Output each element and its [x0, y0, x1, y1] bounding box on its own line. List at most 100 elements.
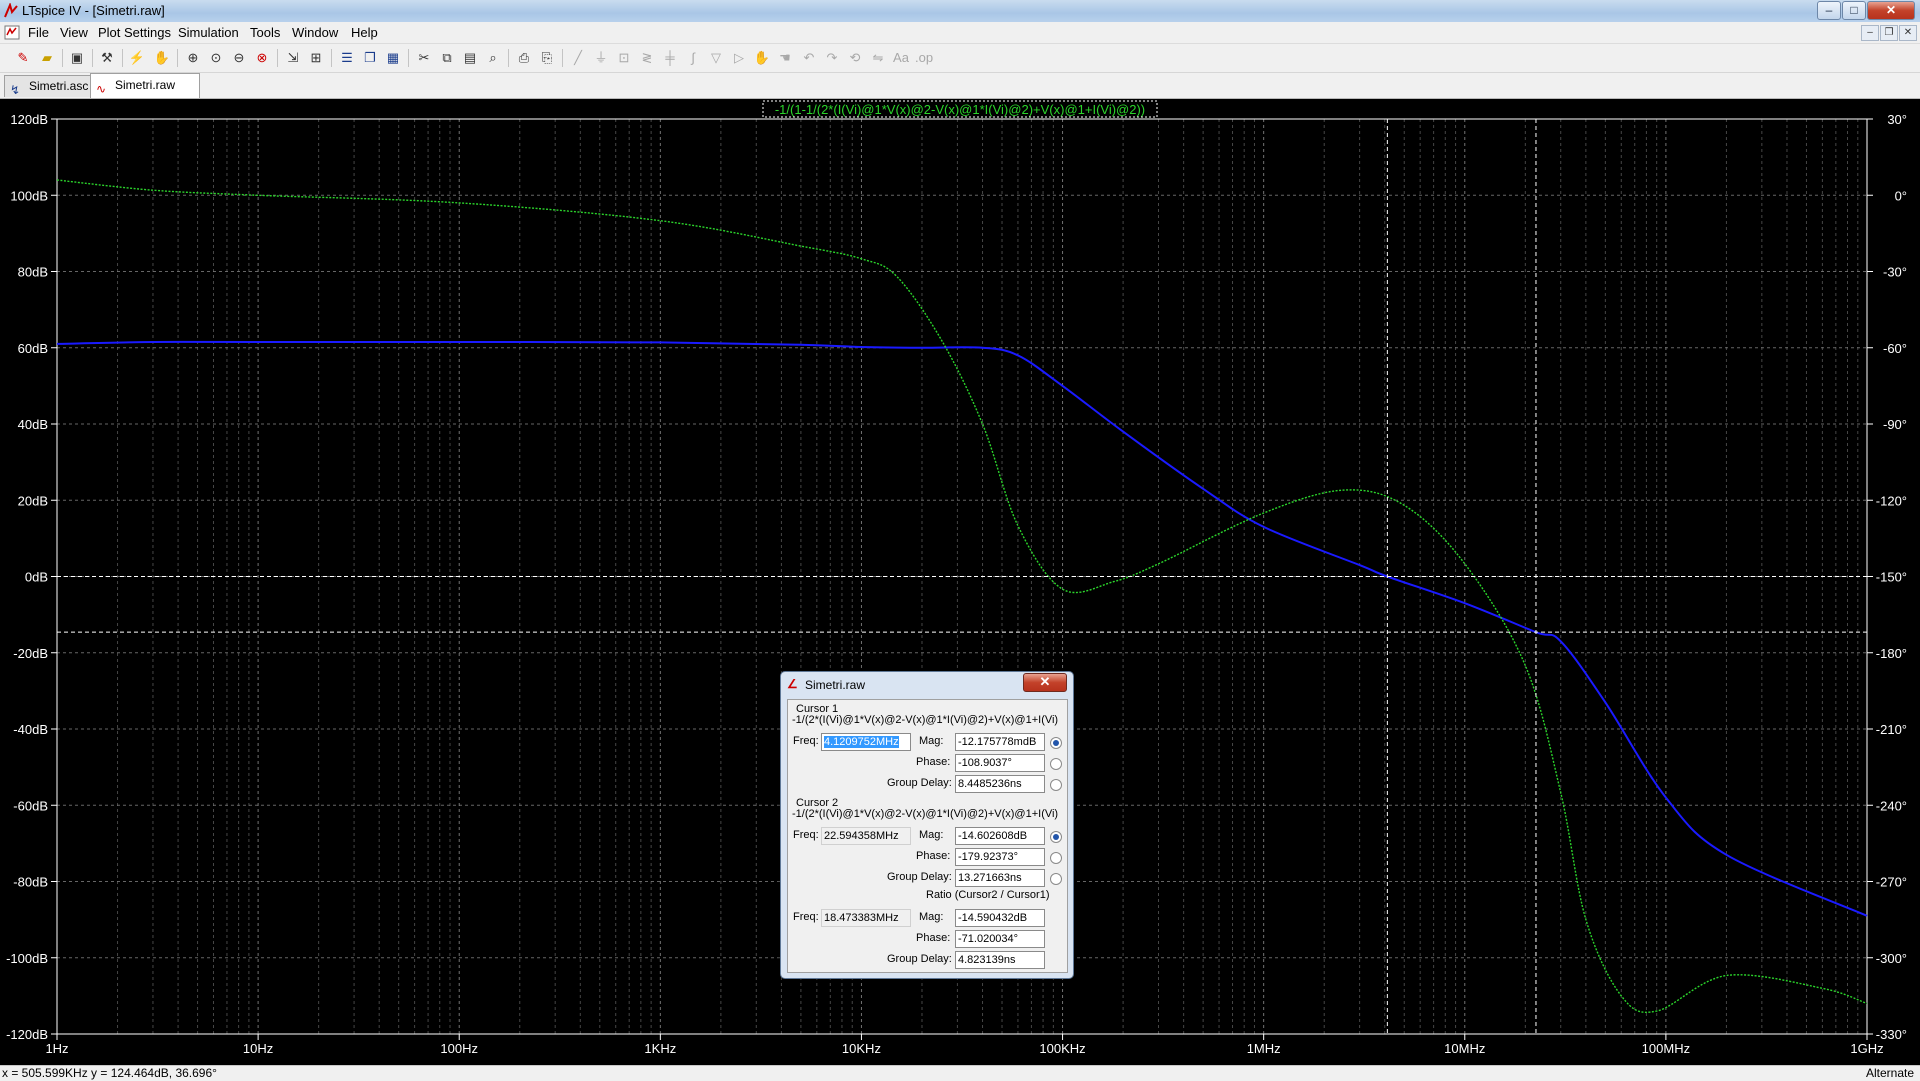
ratio-mag-field[interactable]: -14.590432dB — [955, 909, 1045, 927]
right-axis-label: -270° — [1876, 875, 1907, 890]
ground-icon[interactable]: ⏚ — [592, 49, 610, 67]
left-axis-label: -20dB — [13, 646, 48, 661]
tile-vertical-icon[interactable]: ▦ — [384, 49, 402, 67]
menu-file[interactable]: File — [28, 25, 49, 40]
tab-simetri-asc[interactable]: ↯ Simetri.asc — [4, 75, 94, 97]
draw-wire-icon[interactable]: ╱ — [569, 49, 587, 67]
cursor2-mag-radio[interactable] — [1050, 831, 1062, 843]
copy-icon[interactable]: ⧉ — [438, 49, 456, 67]
save-icon[interactable]: ▣ — [68, 49, 86, 67]
spice-directive-icon[interactable]: .op — [915, 49, 933, 67]
cursor1-freq-label: Freq: — [793, 735, 819, 747]
mdi-restore-icon[interactable]: ❐ — [1880, 25, 1898, 41]
control-panel-icon[interactable]: ⚒ — [98, 49, 116, 67]
left-axis-label: 0dB — [25, 570, 48, 585]
ratio-phase-field[interactable]: -71.020034° — [955, 930, 1045, 948]
cursor-dialog: ∠ Simetri.raw ✕ Cursor 1 -1/(2*(I(Vi)@1*… — [780, 671, 1074, 979]
halt-hand-icon[interactable]: ✋ — [153, 49, 171, 67]
cursor1-freq-field[interactable]: 4.1209752MHz — [821, 733, 911, 751]
menu-view[interactable]: View — [60, 25, 88, 40]
label-net-icon[interactable]: ⊡ — [615, 49, 633, 67]
right-axis-label: -240° — [1876, 798, 1907, 813]
zoom-out-icon[interactable]: ⊖ — [230, 49, 248, 67]
component-icon[interactable]: ▷ — [730, 49, 748, 67]
waveform-icon: ∿ — [96, 82, 107, 96]
mdi-close-icon[interactable]: ✕ — [1899, 25, 1917, 41]
open-folder-icon[interactable]: ▰ — [38, 49, 56, 67]
autorange-icon[interactable]: ⇲ — [284, 49, 302, 67]
zoom-area-icon[interactable]: ⊙ — [207, 49, 225, 67]
cascade-icon[interactable]: ❐ — [361, 49, 379, 67]
cursor2-phase-field[interactable]: -179.92373° — [955, 848, 1045, 866]
ratio-freq-field[interactable]: 18.473383MHz — [821, 909, 911, 927]
cursor1-group-delay-field[interactable]: 8.4485236ns — [955, 775, 1045, 793]
ratio-group-delay-field[interactable]: 4.823139ns — [955, 951, 1045, 969]
cut-icon[interactable]: ✂ — [415, 49, 433, 67]
cursor2-freq-field[interactable]: 22.594358MHz — [821, 827, 911, 845]
text-icon[interactable]: Aa — [892, 49, 910, 67]
menu-simulation[interactable]: Simulation — [178, 25, 239, 40]
diode-icon[interactable]: ▽ — [707, 49, 725, 67]
mdi-minimize-icon[interactable]: – — [1861, 25, 1879, 41]
dialog-body: Cursor 1 -1/(2*(I(Vi)@1*V(x)@2-V(x)@1*I(… — [787, 699, 1068, 973]
rotate-icon[interactable]: ⟲ — [846, 49, 864, 67]
new-schematic-icon[interactable]: ✎ — [14, 49, 32, 67]
cursor2-expression: -1/(2*(I(Vi)@1*V(x)@2-V(x)@1*I(Vi)@2)+V(… — [792, 808, 1059, 820]
dialog-title: Simetri.raw — [805, 678, 866, 692]
minimize-icon[interactable]: – — [1817, 1, 1841, 20]
cursor1-group-delay-radio[interactable] — [1050, 779, 1062, 791]
x-axis-label: 10MHz — [1444, 1041, 1485, 1056]
resistor-icon[interactable]: ≷ — [638, 49, 656, 67]
maximize-icon[interactable]: □ — [1842, 1, 1866, 20]
find-icon[interactable]: ⌕ — [484, 49, 502, 67]
undo-icon[interactable]: ↶ — [800, 49, 818, 67]
x-axis-label: 1Hz — [45, 1041, 68, 1056]
fit-icon[interactable]: ⊞ — [307, 49, 325, 67]
menu-bar: File View Plot Settings Simulation Tools… — [0, 22, 1920, 44]
zoom-cancel-icon[interactable]: ⊗ — [253, 49, 271, 67]
tab-label: Simetri.raw — [115, 78, 176, 92]
ratio-mag-label: Mag: — [919, 911, 944, 923]
document-icon[interactable] — [4, 25, 20, 40]
right-axis-label: -300° — [1876, 951, 1907, 966]
menu-help[interactable]: Help — [351, 25, 378, 40]
cursor2-group-delay-label: Group Delay: — [887, 871, 952, 883]
menu-plot-settings[interactable]: Plot Settings — [98, 25, 171, 40]
paste-icon[interactable]: ▤ — [461, 49, 479, 67]
cursor2-mag-field[interactable]: -14.602608dB — [955, 827, 1045, 845]
menu-window[interactable]: Window — [292, 25, 338, 40]
run-icon[interactable]: ⚡ — [128, 49, 146, 67]
trace-label[interactable]: -1/(1-1/(2*(I(Vi)@1*V(x)@2-V(x)@1*I(Vi)@… — [775, 102, 1145, 117]
x-axis-label: 1GHz — [1850, 1041, 1883, 1056]
cursor2-phase-label: Phase: — [916, 850, 951, 862]
mirror-icon[interactable]: ⇋ — [869, 49, 887, 67]
left-axis-label: 20dB — [18, 493, 48, 508]
cursor2-phase-radio[interactable] — [1050, 852, 1062, 864]
cursor1-phase-radio[interactable] — [1050, 758, 1062, 770]
tab-simetri-raw[interactable]: ∿ Simetri.raw — [90, 73, 200, 98]
close-icon[interactable]: ✕ — [1867, 1, 1915, 20]
redo-icon[interactable]: ↷ — [823, 49, 841, 67]
left-axis-label: 100dB — [10, 188, 48, 203]
left-axis-label: -60dB — [13, 798, 48, 813]
ratio-header: Ratio (Cursor2 / Cursor1) — [926, 889, 1050, 901]
cursor1-group-delay-label: Group Delay: — [887, 777, 952, 789]
cursor1-mag-radio[interactable] — [1050, 737, 1062, 749]
inductor-icon[interactable]: ∫ — [684, 49, 702, 67]
move-hand-icon[interactable]: ✋ — [753, 49, 771, 67]
cursor2-group-delay-field[interactable]: 13.271663ns — [955, 869, 1045, 887]
x-axis-label: 1KHz — [644, 1041, 676, 1056]
dialog-close-button[interactable]: ✕ — [1023, 673, 1067, 692]
capacitor-icon[interactable]: ╪ — [661, 49, 679, 67]
left-axis-label: -100dB — [6, 951, 48, 966]
cursor1-mag-field[interactable]: -12.175778mdB — [955, 733, 1045, 751]
print-preview-icon[interactable]: ⎘ — [538, 49, 556, 67]
cursor2-group-delay-radio[interactable] — [1050, 873, 1062, 885]
tile-horizontal-icon[interactable]: ☰ — [338, 49, 356, 67]
zoom-in-icon[interactable]: ⊕ — [184, 49, 202, 67]
right-axis-label: -210° — [1876, 722, 1907, 737]
print-icon[interactable]: ⎙ — [515, 49, 533, 67]
menu-tools[interactable]: Tools — [250, 25, 280, 40]
drag-hand-icon[interactable]: ☚ — [776, 49, 794, 67]
cursor1-phase-field[interactable]: -108.9037° — [955, 754, 1045, 772]
